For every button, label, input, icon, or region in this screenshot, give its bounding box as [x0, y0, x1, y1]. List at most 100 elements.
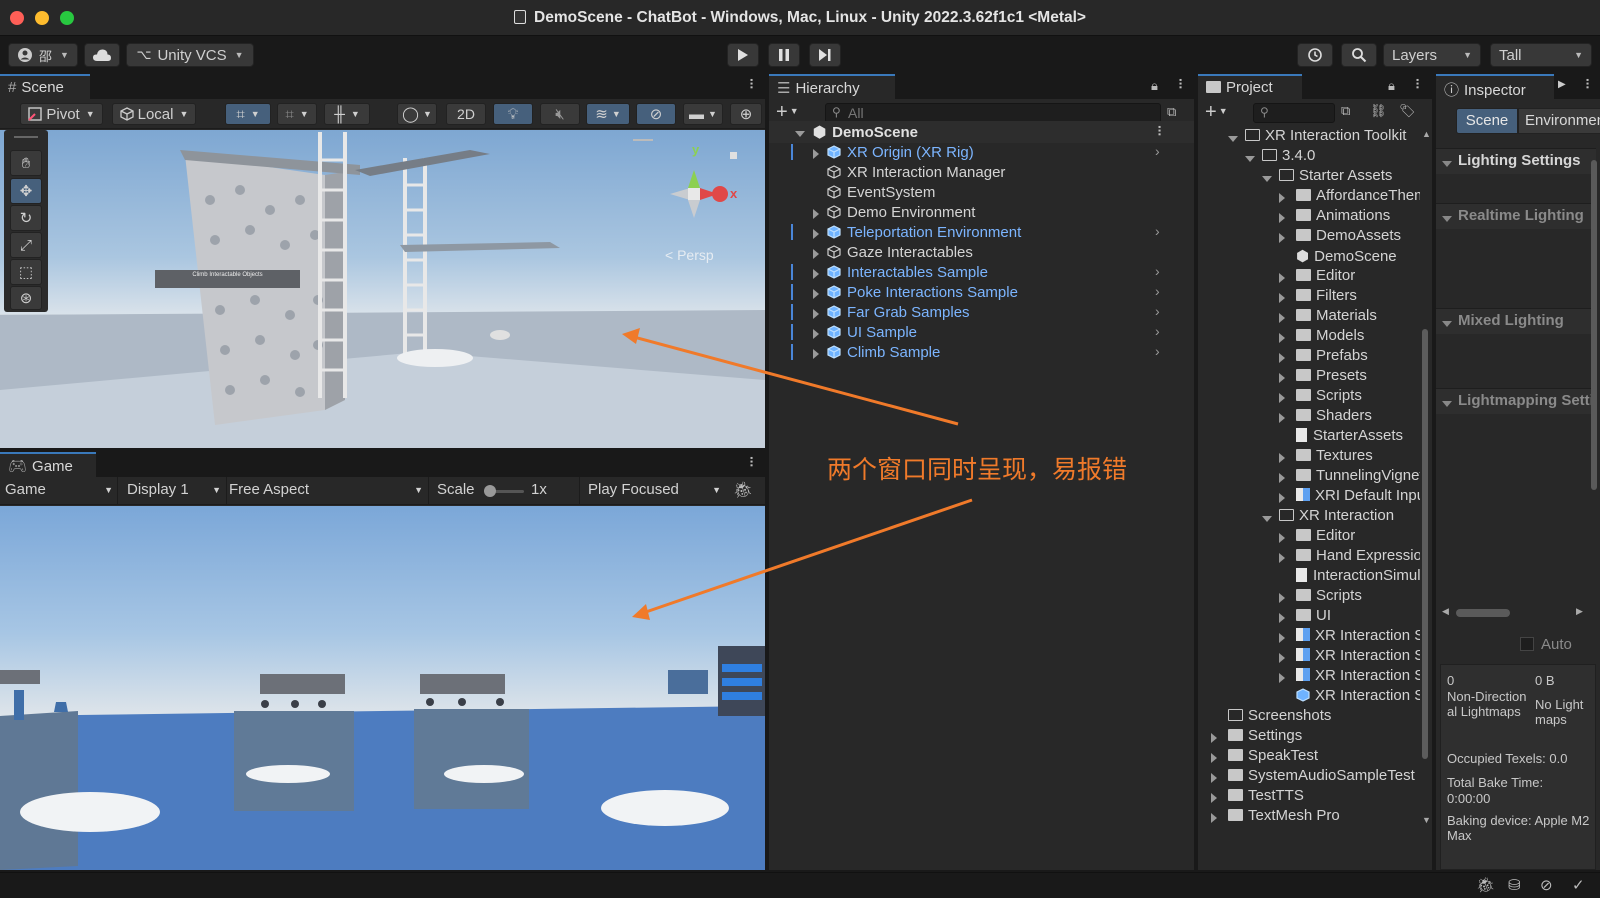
scene-viewport[interactable]: Climb Interactable Objects y x < Persp ✋…: [0, 130, 765, 448]
project-item[interactable]: XR Interaction Simulator: [1198, 666, 1420, 686]
scroll-left-icon[interactable]: ◀: [1442, 606, 1449, 617]
expand-arrow-icon[interactable]: [1262, 171, 1280, 186]
project-item[interactable]: XR Interaction Simulator: [1198, 686, 1420, 706]
project-item[interactable]: Textures: [1198, 446, 1420, 466]
play-focused-dropdown[interactable]: Play Focused ▼: [588, 481, 721, 498]
aspect-dropdown[interactable]: Free Aspect ▼: [229, 481, 423, 498]
project-menu-icon[interactable]: ···: [1410, 78, 1426, 89]
hierarchy-item[interactable]: Demo Environment: [769, 202, 1189, 222]
scene-visibility-icon[interactable]: ⧉: [1167, 104, 1176, 120]
scene-root-row[interactable]: ⬢ DemoScene ···: [769, 121, 1194, 143]
grid-snap-toggle[interactable]: ⌗ ▼: [225, 103, 271, 125]
layout-dropdown[interactable]: Tall ▼: [1490, 43, 1592, 67]
lighting-status-icon[interactable]: ⊘: [1540, 876, 1553, 894]
expand-arrow-icon[interactable]: [1279, 531, 1293, 546]
expand-arrow-icon[interactable]: [1211, 791, 1225, 806]
project-scroll-thumb[interactable]: [1422, 329, 1428, 759]
project-item[interactable]: Editor: [1198, 266, 1420, 286]
hierarchy-item[interactable]: XR Origin (XR Rig) ›: [769, 142, 1189, 162]
project-lock-icon[interactable]: 🔒︎: [1388, 78, 1395, 94]
project-item[interactable]: Hand Expressions: [1198, 546, 1420, 566]
history-button[interactable]: [1297, 43, 1333, 67]
expand-arrow-icon[interactable]: [1279, 611, 1293, 626]
expand-arrow-icon[interactable]: [1262, 511, 1280, 526]
move-tool-button[interactable]: ✥: [10, 178, 42, 204]
layers-dropdown[interactable]: Layers ▼: [1383, 43, 1481, 67]
hierarchy-item[interactable]: Teleportation Environment ›: [769, 222, 1189, 242]
expand-arrow-icon[interactable]: [1279, 471, 1293, 486]
open-prefab-chevron-icon[interactable]: ›: [1155, 343, 1160, 359]
rect-tool-button[interactable]: ⬚: [10, 259, 42, 285]
bug-icon[interactable]: 🐞︎: [733, 480, 753, 500]
inspector-section-header[interactable]: Realtime Lighting: [1436, 203, 1596, 229]
progress-check-icon[interactable]: ✓: [1572, 876, 1585, 894]
project-item[interactable]: XR Interaction Simulator: [1198, 626, 1420, 646]
project-item[interactable]: SpeakTest: [1198, 746, 1420, 766]
project-item[interactable]: Models: [1198, 326, 1420, 346]
expand-arrow-icon[interactable]: [1211, 771, 1225, 786]
project-item[interactable]: Screenshots: [1198, 706, 1420, 726]
project-scrollbar[interactable]: ▲ ▼: [1420, 129, 1431, 835]
project-item[interactable]: 3.4.0: [1198, 146, 1420, 166]
auto-generate-checkbox[interactable]: [1520, 637, 1534, 651]
hierarchy-item[interactable]: Interactables Sample ›: [769, 262, 1189, 282]
inspector-scrollbar[interactable]: [1590, 150, 1598, 600]
hand-tool-button[interactable]: ✋︎: [10, 150, 42, 176]
expand-arrow-icon[interactable]: [1211, 811, 1225, 826]
project-item[interactable]: Settings: [1198, 726, 1420, 746]
local-dropdown[interactable]: Local ▼: [112, 103, 196, 125]
project-item[interactable]: Scripts: [1198, 586, 1420, 606]
expand-arrow-icon[interactable]: [1279, 551, 1293, 566]
project-item[interactable]: Starter Assets: [1198, 166, 1420, 186]
scene-root-menu-icon[interactable]: ···: [1152, 125, 1168, 136]
cache-server-icon[interactable]: ⛁: [1508, 876, 1521, 894]
expand-arrow-icon[interactable]: [1279, 291, 1293, 306]
account-dropdown[interactable]: 邵 ▼: [8, 43, 78, 67]
expand-arrow-icon[interactable]: [1279, 271, 1293, 286]
inspector-section-header[interactable]: Lighting Settings: [1436, 148, 1596, 174]
project-item[interactable]: ⬢ DemoScene: [1198, 246, 1420, 266]
project-item[interactable]: Presets: [1198, 366, 1420, 386]
project-item[interactable]: TestTTS: [1198, 786, 1420, 806]
lighting-toggle[interactable]: 💡︎: [493, 103, 533, 125]
step-button[interactable]: [809, 43, 841, 67]
project-create-button[interactable]: + ▼: [1205, 101, 1228, 124]
scroll-up-icon[interactable]: ▲: [1422, 129, 1431, 139]
tab-hierarchy[interactable]: ☰ Hierarchy: [769, 74, 895, 99]
expand-arrow-icon[interactable]: [1245, 151, 1263, 166]
game-mode-dropdown[interactable]: Game ▼: [5, 481, 113, 498]
project-item[interactable]: InteractionSimulator: [1198, 566, 1420, 586]
display-dropdown[interactable]: Display 1 ▼: [127, 481, 221, 498]
tab-project[interactable]: Project: [1198, 74, 1302, 99]
mode-2d-toggle[interactable]: 2D: [446, 103, 486, 125]
scene-menu-icon[interactable]: ···: [744, 78, 760, 89]
hierarchy-item[interactable]: Gaze Interactables: [769, 242, 1189, 262]
tab-scene-lighting[interactable]: Scene: [1456, 108, 1518, 134]
tab-environment[interactable]: Environment: [1518, 108, 1600, 134]
expand-arrow-icon[interactable]: [1279, 231, 1293, 246]
inspector-next-icon[interactable]: ▶: [1558, 79, 1566, 90]
project-item[interactable]: Scripts: [1198, 386, 1420, 406]
inspector-section-header[interactable]: Mixed Lighting: [1436, 308, 1596, 334]
vcs-dropdown[interactable]: ⌥ Unity VCS ▼: [126, 43, 254, 67]
expand-arrow-icon[interactable]: [1279, 631, 1293, 646]
game-viewport[interactable]: [0, 506, 765, 870]
hierarchy-item[interactable]: UI Sample ›: [769, 322, 1189, 342]
effects-dropdown[interactable]: ≋ ▼: [586, 103, 630, 125]
play-button[interactable]: [727, 43, 759, 67]
tag-icon[interactable]: 🏷︎: [1399, 103, 1416, 119]
project-item[interactable]: XR Interaction Toolkit: [1198, 126, 1420, 146]
inspector-scroll-thumb[interactable]: [1591, 160, 1597, 490]
rotate-tool-button[interactable]: ↻: [10, 205, 42, 231]
expand-arrow-icon[interactable]: [1279, 371, 1293, 386]
hierarchy-item[interactable]: XR Interaction Manager: [769, 162, 1189, 182]
search-button[interactable]: [1341, 43, 1377, 67]
project-item[interactable]: TextMesh Pro: [1198, 806, 1420, 826]
expand-arrow-icon[interactable]: [1279, 331, 1293, 346]
scene-visibility-toggle[interactable]: ⊘: [636, 103, 676, 125]
hierarchy-menu-icon[interactable]: ···: [1173, 78, 1189, 89]
increment-snap-toggle[interactable]: ⌗ ▼: [277, 103, 317, 125]
expand-arrow-icon[interactable]: [813, 347, 827, 364]
lock-icon[interactable]: 🔒︎: [1151, 78, 1158, 94]
project-item[interactable]: Animations: [1198, 206, 1420, 226]
